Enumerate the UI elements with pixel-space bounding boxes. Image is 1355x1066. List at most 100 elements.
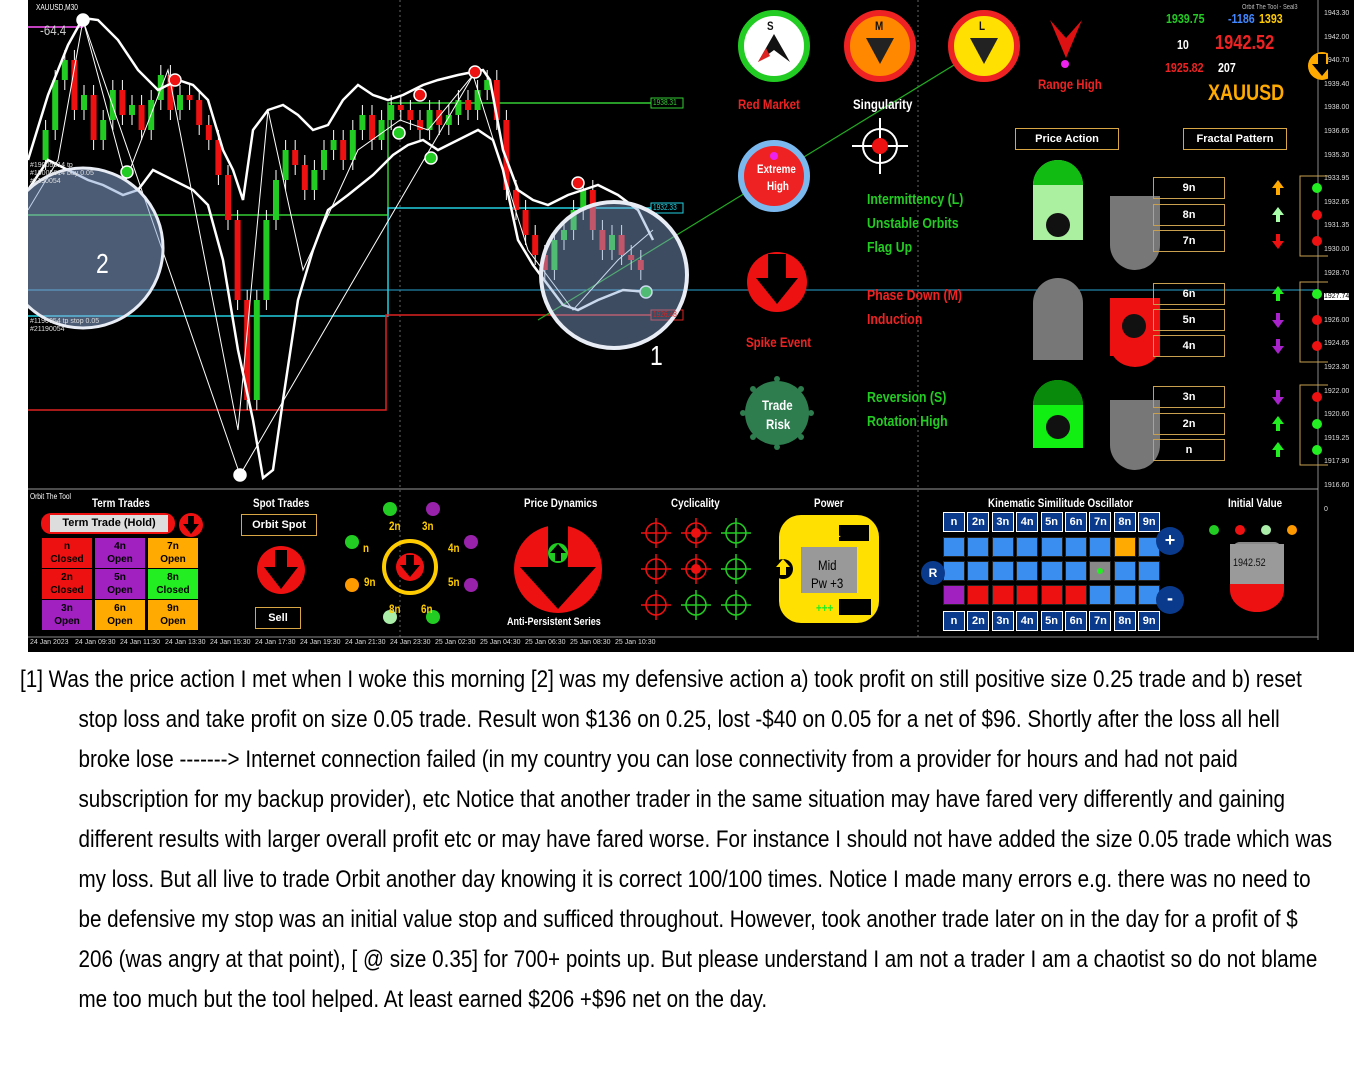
term-trade-cell[interactable]: n Closed: [42, 538, 92, 568]
n-box[interactable]: n: [1153, 439, 1225, 461]
kinematic-plus-button[interactable]: +: [1156, 527, 1184, 555]
term-trade-cell[interactable]: 4n Open: [95, 538, 145, 568]
kinematic-cell: [1113, 561, 1136, 581]
red-market-label: Red Market: [738, 96, 800, 112]
candle-body: [397, 105, 404, 110]
kinematic-cell: [1016, 585, 1039, 605]
kinematic-header: 6n: [1065, 512, 1087, 532]
time-tick: 24 Jan 19:30: [300, 639, 341, 646]
price-dynamics-title: Price Dynamics: [524, 496, 598, 510]
signal-dot: [1312, 210, 1322, 220]
kinematic-cell: [1138, 561, 1161, 581]
kinematic-cell: [1016, 537, 1039, 557]
term-trade-cell[interactable]: 8n Closed: [148, 569, 198, 599]
signal-dot: [1312, 289, 1322, 299]
order-lines-bottom[interactable]: #1190054 tp stop 0.05 #21190054: [30, 318, 99, 334]
term-trade-cell[interactable]: 5n Open: [95, 569, 145, 599]
pill-grey: [1033, 278, 1083, 360]
kinematic-cell: [1089, 561, 1112, 581]
candle-body: [90, 95, 97, 140]
orbit-label-4n: 4n: [448, 541, 460, 555]
term-trade-cell[interactable]: 7n Open: [148, 538, 198, 568]
range-high-label: Range High: [1038, 76, 1102, 92]
term-trade-down-icon[interactable]: [178, 512, 204, 538]
time-tick: 25 Jan 10:30: [615, 639, 656, 646]
arrow-up-icon: [1272, 416, 1284, 424]
term-trade-cell[interactable]: 3n Open: [42, 600, 92, 630]
level-label-green: 1938.31: [653, 98, 677, 107]
kinematic-cell: [1113, 537, 1136, 557]
arrow-down-icon: [1272, 241, 1284, 249]
orbit-spot-button[interactable]: Orbit Spot: [241, 514, 317, 536]
n-box[interactable]: 8n: [1153, 204, 1225, 226]
term-trade-cell[interactable]: 6n Open: [95, 600, 145, 630]
kinematic-r-button[interactable]: R: [921, 561, 945, 585]
kinematic-header: 7n: [1089, 611, 1112, 631]
kinematic-header: 3n: [991, 611, 1014, 631]
trade-risk-gear: [740, 376, 814, 450]
zigzag-line: [239, 71, 476, 476]
signal-dot: [1312, 392, 1322, 402]
kinematic-cell: [1016, 561, 1039, 581]
n-box[interactable]: 5n: [1153, 309, 1225, 331]
n-box[interactable]: 6n: [1153, 283, 1225, 305]
high-label: High: [767, 179, 789, 193]
kinematic-header: 4n: [1016, 512, 1039, 532]
term-trade-cell[interactable]: 2n Closed: [42, 569, 92, 599]
candle-body: [436, 110, 443, 125]
n-box[interactable]: 7n: [1153, 230, 1225, 252]
candle-body: [138, 105, 145, 130]
kinematic-cell: [943, 561, 965, 581]
anti-persistent-label: Anti-Persistent Series: [507, 616, 601, 628]
band-marker: [413, 88, 427, 102]
tool-name: Orbit The Tool - Seal3: [1242, 4, 1298, 11]
price-action-button[interactable]: Price Action: [1015, 128, 1119, 150]
band-marker: [168, 73, 182, 87]
term-trade-cell[interactable]: 9n Open: [148, 600, 198, 630]
stat-low: 1925.82: [1165, 60, 1204, 75]
candle-body: [407, 110, 414, 120]
singularity-label: Singularity: [853, 96, 913, 112]
band-marker: [76, 13, 90, 27]
candle-body: [359, 115, 366, 130]
term-trade-hold-button[interactable]: Term Trade (Hold): [50, 515, 168, 532]
band-marker: [468, 65, 482, 79]
n-box[interactable]: 9n: [1153, 177, 1225, 199]
annotation-number-2: 2: [96, 248, 109, 279]
orbit-label-3n: 3n: [422, 519, 434, 533]
kinematic-minus-button[interactable]: -: [1156, 586, 1184, 614]
red-level-line: [28, 314, 651, 411]
time-tick: 25 Jan 06:30: [525, 639, 566, 646]
cyclicality-title: Cyclicality: [671, 496, 720, 510]
time-tick: 25 Jan 02:30: [435, 639, 476, 646]
kinematic-cell: [943, 585, 965, 605]
n-box[interactable]: 4n: [1153, 335, 1225, 357]
candle-body: [282, 150, 289, 180]
sell-button[interactable]: Sell: [255, 607, 301, 629]
candle-body: [263, 220, 270, 300]
price-dynamics-icon: [514, 523, 602, 613]
order-lines-top[interactable]: #19005614 tp #19005614 buy 0.05 #1190054: [30, 162, 94, 186]
candle-body: [205, 125, 212, 140]
kinematic-header: 7n: [1089, 512, 1112, 532]
signal-dot: [1312, 341, 1322, 351]
time-tick: 24 Jan 09:30: [75, 639, 116, 646]
n-box[interactable]: 3n: [1153, 386, 1225, 408]
kinematic-cell: [967, 537, 990, 557]
time-tick: 24 Jan 13:30: [165, 639, 206, 646]
candle-body: [273, 180, 279, 220]
stat-count: 10: [1177, 37, 1189, 52]
orbit-dial: [345, 502, 478, 624]
stat-points: -1186: [1228, 11, 1255, 26]
orbit-label-6n: 6n: [421, 602, 433, 616]
fractal-pattern-button[interactable]: Fractal Pattern: [1183, 128, 1287, 150]
indicator-value: -64.4: [40, 22, 67, 38]
candle-body: [426, 110, 433, 130]
range-high-chevron: [1050, 20, 1082, 58]
cyclicality-grid: [641, 518, 751, 620]
spot-trades-title: Spot Trades: [253, 496, 310, 510]
n-box[interactable]: 2n: [1153, 413, 1225, 435]
kinematic-header: 4n: [1016, 611, 1039, 631]
kinematic-cell: [1040, 561, 1063, 581]
stat-range: 1393: [1259, 11, 1283, 26]
